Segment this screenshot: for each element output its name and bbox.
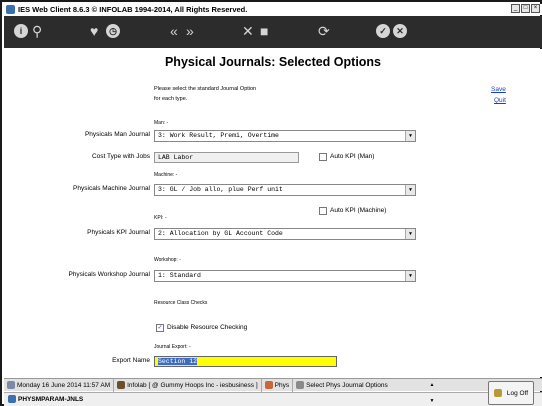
section-man: Man: - bbox=[154, 120, 169, 126]
app-icon bbox=[6, 5, 15, 14]
kpi-journal-label: Physicals KPI Journal bbox=[87, 229, 150, 236]
module-text: Phys bbox=[274, 381, 290, 389]
title-bar: IES Web Client 8.6.3 © INFOLAB 1994-2014… bbox=[4, 4, 542, 15]
export-name-label: Export Name bbox=[112, 357, 150, 364]
workshop-journal-value: 1: Standard bbox=[158, 272, 201, 279]
task-bar: PHYSMPARAM-JNLS ▲ ▼ Log Off bbox=[4, 381, 542, 406]
document-icon bbox=[296, 381, 305, 389]
status-module: Phys bbox=[262, 378, 294, 392]
chevron-down-icon[interactable]: ▼ bbox=[405, 131, 415, 141]
forward-icon[interactable]: » bbox=[186, 22, 194, 40]
section-kpi: KPI: - bbox=[154, 215, 167, 221]
application-window: IES Web Client 8.6.3 © INFOLAB 1994-2014… bbox=[0, 0, 542, 406]
section-workshop: Workshop: - bbox=[154, 257, 181, 263]
favorite-icon[interactable]: ♥ bbox=[90, 22, 98, 40]
window-controls: _ □ × bbox=[511, 4, 540, 13]
blank-icon[interactable]: ■ bbox=[260, 22, 268, 40]
search-icon[interactable]: ⚲ bbox=[32, 22, 42, 40]
machine-journal-label: Physicals Machine Journal bbox=[73, 185, 150, 192]
back-icon[interactable]: « bbox=[170, 22, 178, 40]
save-link[interactable]: Save bbox=[491, 86, 506, 93]
main-content: Physical Journals: Selected Options Plea… bbox=[4, 49, 542, 377]
logoff-label: Log Off bbox=[506, 389, 529, 397]
module-icon bbox=[264, 381, 273, 389]
logoff-icon bbox=[493, 389, 502, 397]
user-text: Infolab [ @ Gummy Hoops Inc - iesbusines… bbox=[127, 381, 258, 389]
section-resource-class: Resource Class Checks bbox=[154, 300, 208, 306]
task-name-text: PHYSMPARAM-JNLS bbox=[18, 395, 84, 403]
chevron-down-icon[interactable]: ▼ bbox=[405, 229, 415, 239]
task-name: PHYSMPARAM-JNLS bbox=[8, 395, 83, 403]
tools-icon[interactable]: ✕ bbox=[242, 22, 254, 40]
maximize-button[interactable]: □ bbox=[521, 4, 530, 13]
disable-resource-checkbox[interactable]: ✓ bbox=[156, 324, 164, 332]
ok-icon[interactable]: ✓ bbox=[376, 24, 390, 38]
quit-link[interactable]: Quit bbox=[494, 97, 506, 104]
task-icon bbox=[8, 395, 16, 403]
disable-resource-label: Disable Resource Checking bbox=[167, 324, 248, 331]
datetime-text: Monday 16 June 2014 11:57 AM bbox=[17, 381, 111, 389]
instructions-line1: Please select the standard Journal Optio… bbox=[154, 86, 257, 92]
auto-kpi-man-label: Auto KPI (Man) bbox=[330, 153, 375, 160]
kpi-journal-value: 2: Allocation by GL Account Code bbox=[158, 230, 283, 237]
instructions-line2: for each type. bbox=[154, 96, 188, 102]
clock-icon bbox=[7, 381, 15, 389]
export-name-value: Section 12 bbox=[158, 358, 198, 365]
scroll-up-icon[interactable]: ▲ bbox=[428, 382, 436, 388]
machine-journal-value: 3: GL / Job allo, plue Perf unit bbox=[158, 186, 283, 193]
auto-kpi-machine-label: Auto KPI (Machine) bbox=[330, 207, 387, 214]
machine-journal-select[interactable]: 3: GL / Job allo, plue Perf unit ▼ bbox=[154, 184, 416, 196]
section-journal-export: Journal Export: - bbox=[154, 344, 191, 350]
screen-text: Select Phys Journal Options bbox=[306, 381, 388, 389]
section-machine: Machine: - bbox=[154, 172, 178, 178]
history-icon[interactable]: ◷ bbox=[106, 24, 120, 38]
man-journal-select[interactable]: 3: Work Result, Premi, Overtime ▼ bbox=[154, 130, 416, 142]
chevron-down-icon[interactable]: ▼ bbox=[405, 185, 415, 195]
close-button[interactable]: × bbox=[531, 4, 540, 13]
status-datetime: Monday 16 June 2014 11:57 AM bbox=[4, 378, 115, 392]
window-title: IES Web Client 8.6.3 © INFOLAB 1994-2014… bbox=[18, 5, 248, 14]
cost-type-field[interactable]: LAB Labor bbox=[154, 152, 299, 163]
export-name-input[interactable]: Section 12 bbox=[154, 356, 337, 367]
main-toolbar: i ⚲ ♥ ◷ « » ✕ ■ ⟳ ✓ ✕ bbox=[4, 16, 542, 48]
auto-kpi-man-checkbox[interactable] bbox=[319, 153, 327, 161]
man-journal-value: 3: Work Result, Premi, Overtime bbox=[158, 132, 279, 139]
auto-kpi-machine-checkbox[interactable] bbox=[319, 207, 327, 215]
user-icon bbox=[117, 381, 126, 389]
man-journal-label: Physicals Man Journal bbox=[84, 131, 150, 138]
refresh-icon[interactable]: ⟳ bbox=[318, 22, 330, 40]
minimize-button[interactable]: _ bbox=[511, 4, 520, 13]
workshop-journal-select[interactable]: 1: Standard ▼ bbox=[154, 270, 416, 282]
page-title: Physical Journals: Selected Options bbox=[164, 55, 382, 69]
info-icon[interactable]: i bbox=[14, 24, 28, 38]
cancel-icon[interactable]: ✕ bbox=[393, 24, 407, 38]
cost-type-value: LAB Labor bbox=[158, 154, 194, 161]
scroll-down-icon[interactable]: ▼ bbox=[428, 398, 436, 404]
kpi-journal-select[interactable]: 2: Allocation by GL Account Code ▼ bbox=[154, 228, 416, 240]
status-bar: Monday 16 June 2014 11:57 AM Infolab [ @… bbox=[4, 378, 542, 392]
status-scroll: ▲ ▼ bbox=[428, 382, 436, 404]
status-screen: Select Phys Journal Options bbox=[293, 379, 391, 392]
status-user: Infolab [ @ Gummy Hoops Inc - iesbusines… bbox=[114, 378, 262, 392]
cost-type-label: Cost Type with Jobs bbox=[91, 153, 150, 160]
logoff-button[interactable]: Log Off bbox=[488, 381, 534, 405]
chevron-down-icon[interactable]: ▼ bbox=[405, 271, 415, 281]
workshop-journal-label: Physicals Workshop Journal bbox=[68, 271, 150, 278]
